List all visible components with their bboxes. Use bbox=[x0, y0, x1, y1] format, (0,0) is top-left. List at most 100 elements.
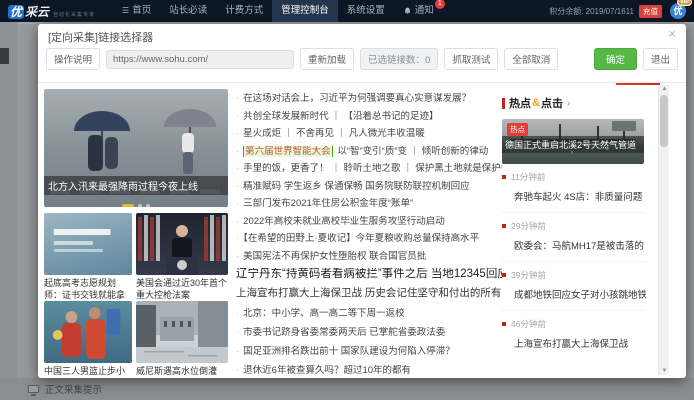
headline-text: 以“智”变引“质”变 ｜ 倾听创新的律动 bbox=[335, 146, 489, 157]
red-square-bullet bbox=[502, 224, 506, 228]
app-header: 优 采云 自动化采集专家 ☰ 首页 站长必读 计费方式 管理控制台 系统设置 bbox=[0, 0, 694, 22]
modal-title: [定向采集]链接选择器 bbox=[48, 29, 153, 45]
headline-link[interactable]: · 三部门发布2021年住房公积金年度“账单” bbox=[236, 198, 502, 209]
nav-label: 首页 bbox=[132, 0, 151, 22]
hot-list-item[interactable]: 29分钟前 欧委会：马航MH17是被击落的 bbox=[502, 213, 646, 262]
bullet: · bbox=[236, 128, 239, 139]
nav-item-settings[interactable]: 系统设置 bbox=[338, 0, 394, 22]
hot-item-time: 39分钟前 bbox=[502, 269, 646, 281]
thumb-caption: 起底高考志愿规划师：证书交钱就能拿 bbox=[44, 278, 132, 301]
app-logo[interactable]: 优 采云 自动化采集专家 bbox=[8, 3, 95, 20]
news-thumb-item[interactable]: 中国三人男篮止步小组赛 bbox=[44, 301, 132, 378]
close-icon[interactable]: × bbox=[668, 27, 676, 41]
page-scrollbar[interactable]: ▲ ▼ bbox=[658, 85, 669, 375]
hot-list-item[interactable]: 46分钟前 上海宣布打赢大上海保卫战 bbox=[502, 311, 646, 359]
quit-button[interactable]: 退出 bbox=[643, 48, 678, 70]
scroll-up-icon[interactable]: ▲ bbox=[659, 86, 670, 92]
headline-text: 精准赋码 学生返乡 保通保畅 国务院联防联控机制回应 bbox=[243, 181, 469, 192]
headline-link[interactable]: ·国足亚洲排名跌出前十 国家队建设为何陷入停滞？ bbox=[236, 346, 502, 357]
embedded-webpage: 北方入汛来最强降雨过程今夜上线 起底高考志愿规划师：证书交钱就能拿 bbox=[38, 82, 686, 378]
logo-icon: 优 bbox=[8, 5, 24, 19]
headline-link[interactable]: ·在这场对话会上，习近平为何强调要真心实意谋发展？ bbox=[236, 93, 502, 104]
hot-title: 热点 bbox=[509, 95, 531, 111]
headline-link[interactable]: · 北京：中小学、高一高二等下周一返校 bbox=[236, 308, 502, 319]
news-thumb-item[interactable]: 威尼斯遇高水位倒灌 圣 bbox=[136, 301, 228, 378]
red-square-bullet bbox=[502, 273, 506, 277]
nav-item-notifications[interactable]: 通知 1 bbox=[394, 0, 443, 22]
headline-text: 在这场对话会上，习近平为何强调要真心实意谋发展？ bbox=[243, 93, 471, 104]
headline-link[interactable]: ·手里的饭，更香了！ ｜ 聆听土地之歌 ｜ 保护黑土地就是保护每个… bbox=[236, 163, 502, 174]
headline-link[interactable]: ·市委书记跻身省委常委两天后 已掌舵省委政法委 bbox=[236, 327, 502, 338]
nav-label: 管理控制台 bbox=[281, 0, 329, 22]
news-carousel[interactable]: 北方入汛来最强降雨过程今夜上线 bbox=[44, 89, 228, 207]
headline-link[interactable]: 辽宁丹东“持黄码者看病被拦”事件之后 当地12345回应 bbox=[236, 268, 502, 281]
logo-tagline: 自动化采集专家 bbox=[53, 11, 95, 18]
url-input[interactable] bbox=[106, 50, 294, 69]
headline-text: 上海宣布打赢大上海保卫战 历史会记住坚守和付出的所有人 bbox=[236, 287, 502, 299]
news-thumb-item[interactable]: 美国会通过近30年首个重大控枪法案 bbox=[136, 213, 228, 301]
thumb-caption: 美国会通过近30年首个重大控枪法案 bbox=[136, 278, 228, 301]
nav-item-home[interactable]: ☰ 首页 bbox=[113, 0, 160, 22]
bullet: · bbox=[236, 365, 239, 376]
red-square-bullet bbox=[502, 322, 506, 326]
headline-link[interactable]: ·退休近6年被查算久吗？超过10年的都有 bbox=[236, 365, 502, 376]
headline-text: 美国宪法不再保护女性堕胎权 联合国官员批 bbox=[243, 251, 426, 262]
avatar[interactable]: 优 VIP bbox=[670, 3, 686, 19]
bullet: · bbox=[236, 198, 239, 209]
topup-button[interactable]: 充值 bbox=[639, 5, 662, 18]
headline-text: 市委书记跻身省委常委两天后 已掌舵省委政法委 bbox=[243, 327, 445, 338]
headline-link[interactable]: · 2022年高校未就业高校毕业生服务攻坚行动启动 bbox=[236, 216, 502, 227]
bullet: · bbox=[236, 346, 239, 357]
basketball-photo bbox=[44, 301, 132, 363]
balance-text: 积分余额: 2019/07/1611 bbox=[549, 6, 634, 17]
headline-text: 【在希望的田野上·夏收记】今年夏粮收购总量保持高水平 bbox=[243, 233, 479, 244]
reload-button[interactable]: 重新加载 bbox=[300, 48, 354, 70]
logo-text: 采云 bbox=[25, 3, 49, 20]
scrollbar-thumb[interactable] bbox=[660, 95, 668, 147]
scroll-down-icon[interactable]: ▼ bbox=[659, 368, 670, 374]
headline-text: 2022年高校未就业高校毕业生服务攻坚行动启动 bbox=[243, 216, 445, 227]
headline-text: 手里的饭，更香了！ ｜ 聆听土地之歌 ｜ 保护黑土地就是保护每个… bbox=[243, 163, 502, 174]
hot-title-amp: & bbox=[532, 97, 540, 109]
carousel-dots[interactable] bbox=[44, 197, 228, 205]
bullet: · bbox=[236, 146, 239, 157]
nav-item-console[interactable]: 管理控制台 bbox=[272, 0, 338, 22]
hot-item-time: 46分钟前 bbox=[502, 318, 646, 330]
headline-link[interactable]: ·精准赋码 学生返乡 保通保畅 国务院联防联控机制回应 bbox=[236, 181, 502, 192]
hot-list-item[interactable]: 39分钟前 成都地铁回应女子对小孩跳地铁 bbox=[502, 262, 646, 311]
nav-item-webmaster-guide[interactable]: 站长必读 bbox=[160, 0, 216, 22]
hot-item-time: 11分钟前 bbox=[502, 171, 646, 183]
hot-list-item[interactable]: 11分钟前 奔驰车起火 4S店：非质量问题 bbox=[502, 164, 646, 213]
modal-toolbar: 操作说明 重新加载 已选链接数：0 抓取测试 全部取消 确定 退出 bbox=[46, 46, 678, 72]
nav-label: 系统设置 bbox=[347, 0, 385, 22]
featured-caption: 德国正式重启北溪2号天然气管道 bbox=[502, 136, 644, 153]
nav-item-pricing[interactable]: 计费方式 bbox=[216, 0, 272, 22]
headline-link-selected[interactable]: ·第六届世界智能大会 以“智”变引“质”变 ｜ 倾听创新的律动 bbox=[236, 146, 502, 157]
hot-item-title: 上海宣布打赢大上海保卫战 bbox=[502, 336, 646, 350]
hot-item-title: 成都地铁回应女子对小孩跳地铁 bbox=[502, 287, 646, 301]
hot-title-sub: 点击 bbox=[541, 95, 563, 111]
news-thumb-item[interactable]: 起底高考志愿规划师：证书交钱就能拿 bbox=[44, 213, 132, 301]
chevron-right-icon[interactable]: › bbox=[567, 98, 570, 109]
link-selector-modal: [定向采集]链接选择器 × 操作说明 重新加载 已选链接数：0 抓取测试 全部取… bbox=[38, 24, 686, 378]
headline-text: 北京：中小学、高一高二等下周一返校 bbox=[243, 308, 405, 319]
hot-item-time: 29分钟前 bbox=[502, 220, 646, 232]
thumb-caption: 中国三人男篮止步小组赛 bbox=[44, 366, 132, 378]
headline-link[interactable]: 上海宣布打赢大上海保卫战 历史会记住坚守和付出的所有人 bbox=[236, 287, 502, 299]
bell-icon bbox=[403, 6, 412, 16]
hot-item-title: 奔驰车起火 4S店：非质量问题 bbox=[502, 189, 646, 203]
bullet: · bbox=[236, 216, 239, 227]
help-button[interactable]: 操作说明 bbox=[46, 48, 100, 70]
confirm-button[interactable]: 确定 bbox=[594, 48, 637, 70]
headline-text: 三部门发布2021年住房公积金年度“账单” bbox=[243, 198, 413, 209]
headline-link[interactable]: ·共创全球发展新时代 ｜ 【沿着总书记的足迹】 bbox=[236, 111, 502, 122]
capture-test-button[interactable]: 抓取测试 bbox=[444, 48, 498, 70]
headline-link[interactable]: ·美国宪法不再保护女性堕胎权 联合国官员批 bbox=[236, 251, 502, 262]
headline-link[interactable]: ·【在希望的田野上·夏收记】今年夏粮收购总量保持高水平 bbox=[236, 233, 502, 244]
nav-label: 站长必读 bbox=[169, 0, 207, 22]
featured-hot-story[interactable]: 热点 德国正式重启北溪2号天然气管道 bbox=[502, 119, 644, 164]
headline-link[interactable]: ·星火成炬 ｜ 不舍再见 ｜ 凡人微光丰收温暖 bbox=[236, 128, 502, 139]
bullet: · bbox=[236, 308, 239, 319]
headline-text: 辽宁丹东“持黄码者看病被拦”事件之后 当地12345回应 bbox=[236, 268, 502, 280]
cancel-all-button[interactable]: 全部取消 bbox=[504, 48, 558, 70]
